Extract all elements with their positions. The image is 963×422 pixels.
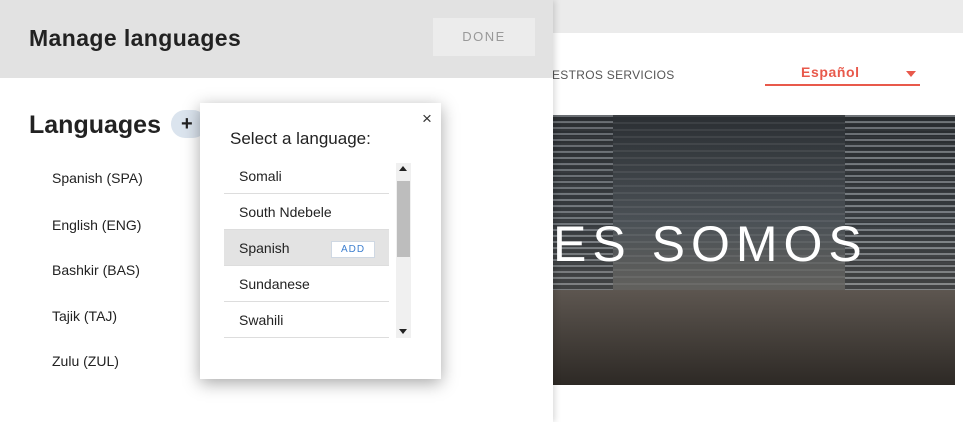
options-scrollbar[interactable] bbox=[396, 163, 411, 338]
option-label: Sundanese bbox=[239, 276, 310, 292]
site-language-value: Español bbox=[801, 64, 860, 80]
popup-title: Select a language: bbox=[230, 129, 371, 148]
panel-title: Manage languages bbox=[29, 25, 242, 51]
language-option-somali[interactable]: Somali bbox=[224, 158, 389, 194]
site-language-select[interactable]: Español bbox=[765, 62, 920, 86]
languages-heading: Languages bbox=[29, 111, 161, 139]
language-item[interactable]: Spanish (SPA) bbox=[52, 170, 143, 186]
close-icon[interactable]: × bbox=[419, 109, 435, 128]
option-label: South Ndebele bbox=[239, 204, 332, 220]
language-option-swahili[interactable]: Swahili bbox=[224, 302, 389, 338]
done-button[interactable]: DONE bbox=[433, 18, 535, 56]
hero-title: ES SOMOS bbox=[553, 216, 868, 272]
option-label: Somali bbox=[239, 168, 282, 184]
panel-header: Manage languages DONE bbox=[0, 0, 553, 78]
language-item[interactable]: Bashkir (BAS) bbox=[52, 262, 140, 278]
language-option-spanish[interactable]: Spanish ADD bbox=[224, 230, 389, 266]
nav-link-services[interactable]: ESTROS SERVICIOS bbox=[552, 68, 675, 82]
scroll-up-icon[interactable] bbox=[399, 166, 407, 171]
hero-floor bbox=[553, 290, 955, 385]
language-option-sundanese[interactable]: Sundanese bbox=[224, 266, 389, 302]
language-option-south-ndebele[interactable]: South Ndebele bbox=[224, 194, 389, 230]
add-option-button[interactable]: ADD bbox=[331, 241, 375, 258]
language-item[interactable]: Zulu (ZUL) bbox=[52, 353, 119, 369]
option-label: Spanish bbox=[239, 240, 290, 256]
scroll-thumb[interactable] bbox=[397, 181, 410, 257]
option-label: Swahili bbox=[239, 312, 284, 328]
caret-down-icon bbox=[906, 71, 916, 77]
language-options-list: Somali South Ndebele Spanish ADD Sundane… bbox=[224, 158, 389, 338]
language-item[interactable]: English (ENG) bbox=[52, 217, 141, 233]
language-item[interactable]: Tajik (TAJ) bbox=[52, 308, 117, 324]
hero-image: ES SOMOS bbox=[553, 115, 955, 385]
scroll-down-icon[interactable] bbox=[399, 329, 407, 334]
